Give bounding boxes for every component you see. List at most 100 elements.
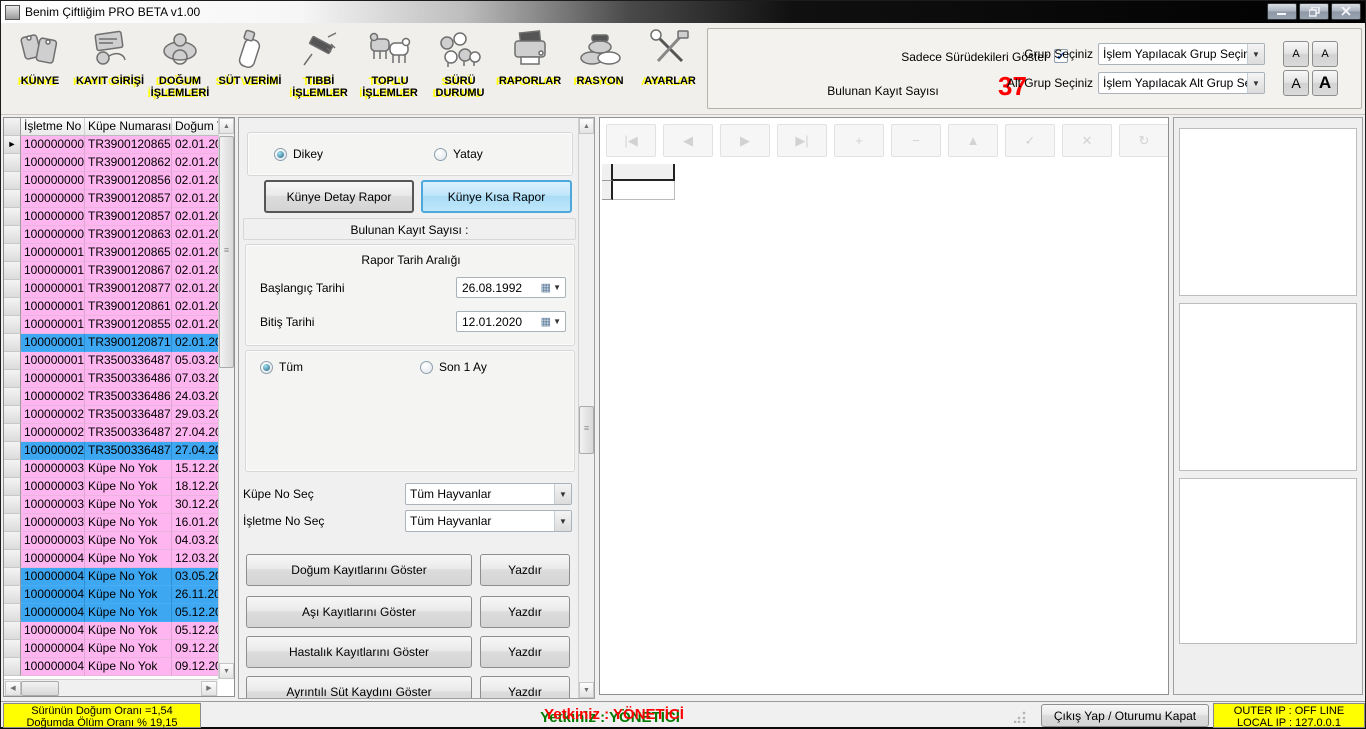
toolbar-button-ear-tag[interactable]: KÜNYE <box>5 25 75 113</box>
cell-isletme-no[interactable]: 1000000003 <box>21 154 85 172</box>
cell-isletme-no[interactable]: 1000000006 <box>21 190 85 208</box>
cell-isletme-no[interactable]: 1000000001 <box>21 136 85 154</box>
row-selector[interactable] <box>4 190 21 208</box>
row-selector[interactable] <box>4 172 21 190</box>
radio-dikey[interactable]: Dikey <box>274 146 323 164</box>
row-selector[interactable] <box>4 244 21 262</box>
cell-dogum-tarihi[interactable]: 02.01.20 <box>172 154 218 172</box>
cell-dogum-tarihi[interactable]: 02.01.20 <box>172 244 218 262</box>
table-row[interactable]: 1000000042Küpe No Yok12.03.20 <box>4 550 218 568</box>
cell-kupe-numarasi[interactable]: TR39001208615 <box>85 298 172 316</box>
radio-yatay[interactable]: Yatay <box>434 146 483 164</box>
kunye-detay-rapor-button[interactable]: Künye Detay Rapor <box>264 180 414 213</box>
cell-isletme-no[interactable]: 1000000012 <box>21 280 85 298</box>
cell-isletme-no[interactable]: 1000000046 <box>21 604 85 622</box>
table-row[interactable]: 1000000044Küpe No Yok03.05.20 <box>4 568 218 586</box>
cell-dogum-tarihi[interactable]: 02.01.20 <box>172 172 218 190</box>
cell-dogum-tarihi[interactable]: 02.01.20 <box>172 208 218 226</box>
cell-kupe-numarasi[interactable]: Küpe No Yok <box>85 622 172 640</box>
cell-isletme-no[interactable]: 1000000045 <box>21 586 85 604</box>
cell-isletme-no[interactable]: 1000000048 <box>21 640 85 658</box>
font-size-button-3[interactable]: A <box>1283 70 1309 96</box>
cell-kupe-numarasi[interactable]: Küpe No Yok <box>85 604 172 622</box>
table-row[interactable]: 1000000013TR3900120861502.01.20 <box>4 298 218 316</box>
row-selector[interactable] <box>4 226 21 244</box>
row-selector[interactable] <box>4 532 21 550</box>
cell-isletme-no[interactable]: 1000000010 <box>21 244 85 262</box>
cell-kupe-numarasi[interactable]: Küpe No Yok <box>85 658 172 676</box>
row-selector[interactable] <box>4 460 21 478</box>
end-date-field[interactable]: 12.01.2020 ▦ ▼ <box>456 311 566 332</box>
row-selector[interactable] <box>4 316 21 334</box>
cell-isletme-no[interactable]: 1000000004 <box>21 172 85 190</box>
row-selector[interactable] <box>4 424 21 442</box>
cell-dogum-tarihi[interactable]: 24.03.20 <box>172 388 218 406</box>
cell-dogum-tarihi[interactable]: 15.12.20 <box>172 460 218 478</box>
show-records-button-1[interactable]: Doğum Kayıtlarını Göster <box>246 554 472 586</box>
toolbar-button-printer[interactable]: RAPORLAR <box>495 25 565 113</box>
logout-button[interactable]: Çıkış Yap / Oturumu Kapat <box>1041 704 1209 727</box>
row-selector[interactable] <box>4 478 21 496</box>
table-row[interactable]: 1000000017TR3500336487105.03.20 <box>4 352 218 370</box>
cell-dogum-tarihi[interactable]: 26.11.20 <box>172 586 218 604</box>
cell-kupe-numarasi[interactable]: TR35003364870 <box>85 406 172 424</box>
cell-dogum-tarihi[interactable]: 02.01.20 <box>172 136 218 154</box>
cancel-edit-button[interactable]: ✕ <box>1062 124 1112 157</box>
row-selector[interactable] <box>4 496 21 514</box>
row-selector[interactable] <box>4 298 21 316</box>
row-selector[interactable] <box>4 586 21 604</box>
scroll-down-icon[interactable]: ▼ <box>579 682 594 698</box>
cell-dogum-tarihi[interactable]: 05.03.20 <box>172 352 218 370</box>
cell-kupe-numarasi[interactable]: Küpe No Yok <box>85 550 172 568</box>
row-selector[interactable] <box>4 154 21 172</box>
cell-isletme-no[interactable]: 1000000013 <box>21 298 85 316</box>
prior-record-button[interactable]: ◀ <box>663 124 713 157</box>
table-row[interactable]: 1000000010TR3900120865102.01.20 <box>4 244 218 262</box>
cell-dogum-tarihi[interactable]: 16.01.20 <box>172 514 218 532</box>
table-row[interactable]: 1000000026TR3500336487727.04.20 <box>4 442 218 460</box>
cell-kupe-numarasi[interactable]: TR35003364872 <box>85 424 172 442</box>
cell-dogum-tarihi[interactable]: 02.01.20 <box>172 298 218 316</box>
cell-isletme-no[interactable]: 1000000011 <box>21 262 85 280</box>
cell-kupe-numarasi[interactable]: TR35003364871 <box>85 352 172 370</box>
row-selector[interactable] <box>4 442 21 460</box>
table-row[interactable]: 1000000037Küpe No Yok16.01.20 <box>4 514 218 532</box>
row-selector[interactable] <box>4 604 21 622</box>
row-selector[interactable] <box>4 568 21 586</box>
toolbar-button-herd[interactable]: SÜRÜ DURUMU <box>425 25 495 113</box>
cell-kupe-numarasi[interactable]: Küpe No Yok <box>85 640 172 658</box>
first-record-button[interactable]: |◀ <box>606 124 656 157</box>
cell-kupe-numarasi[interactable]: TR39001208651 <box>85 244 172 262</box>
row-selector[interactable] <box>4 658 21 676</box>
cell-isletme-no[interactable]: 1000000025 <box>21 424 85 442</box>
toolbar-button-pacifier[interactable]: DOĞUM İŞLEMLERİ <box>145 25 215 113</box>
current-row-pointer-icon[interactable]: ► <box>4 136 21 154</box>
cell-dogum-tarihi[interactable]: 02.01.20 <box>172 262 218 280</box>
cell-isletme-no[interactable]: 1000000042 <box>21 550 85 568</box>
cell-dogum-tarihi[interactable]: 02.01.20 <box>172 280 218 298</box>
cell-kupe-numarasi[interactable]: TR35003364877 <box>85 442 172 460</box>
grid-vertical-scrollbar[interactable]: ▲ ▼ <box>218 118 234 679</box>
cell-dogum-tarihi[interactable]: 02.01.20 <box>172 316 218 334</box>
row-selector[interactable] <box>4 550 21 568</box>
cell-isletme-no[interactable]: 1000000022 <box>21 406 85 424</box>
cell-isletme-no[interactable]: 1000000037 <box>21 514 85 532</box>
scroll-right-icon[interactable]: ▶ <box>201 681 217 696</box>
cell-dogum-tarihi[interactable]: 02.01.20 <box>172 190 218 208</box>
cell-kupe-numarasi[interactable]: Küpe No Yok <box>85 532 172 550</box>
next-record-button[interactable]: ▶ <box>720 124 770 157</box>
table-row[interactable]: 1000000033Küpe No Yok18.12.20 <box>4 478 218 496</box>
cell-dogum-tarihi[interactable]: 02.01.20 <box>172 226 218 244</box>
cell-isletme-no[interactable]: 1000000014 <box>21 316 85 334</box>
table-row[interactable]: 1000000018TR3500336486907.03.20 <box>4 370 218 388</box>
cell-isletme-no[interactable]: 1000000018 <box>21 370 85 388</box>
cell-isletme-no[interactable]: 1000000047 <box>21 622 85 640</box>
print-button-4[interactable]: Yazdır <box>480 676 570 699</box>
row-selector[interactable] <box>4 370 21 388</box>
font-size-button-2[interactable]: A <box>1312 41 1338 67</box>
scroll-up-icon[interactable]: ▲ <box>579 118 594 134</box>
minimize-button[interactable] <box>1267 3 1297 20</box>
cell-kupe-numarasi[interactable]: TR39001208633 <box>85 226 172 244</box>
radio-tüm[interactable]: Tüm <box>260 359 420 378</box>
font-size-button-4[interactable]: A <box>1312 70 1338 96</box>
